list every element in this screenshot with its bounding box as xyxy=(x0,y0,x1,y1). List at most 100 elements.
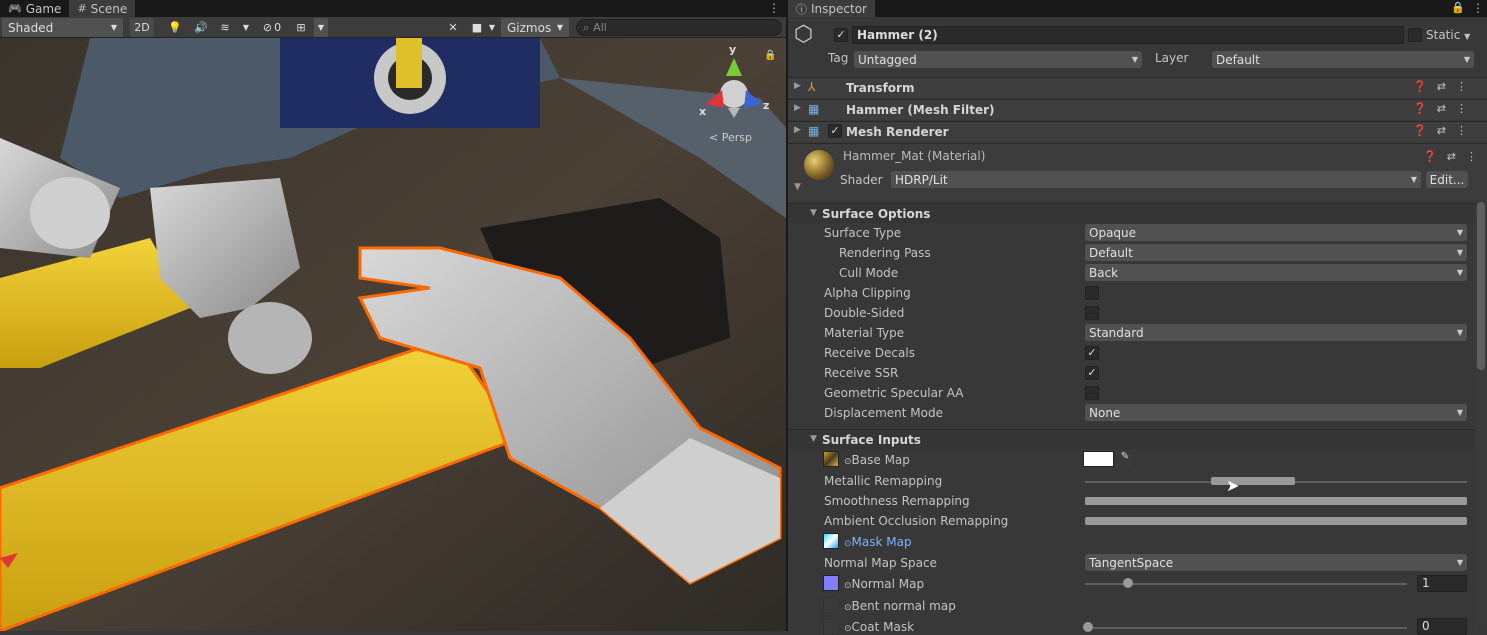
component-menu-icon[interactable]: ⋮ xyxy=(1456,124,1467,137)
lock-icon[interactable]: 🔒 xyxy=(764,50,776,61)
scene-viewport[interactable]: y x z < Persp 🔒 xyxy=(0,38,786,631)
gizmos-dropdown[interactable]: Gizmos ▼ xyxy=(501,18,569,37)
component-mesh-filter[interactable]: ▶ ▦ Hammer (Mesh Filter) ❓ ⇄ ⋮ xyxy=(788,99,1487,120)
chevron-down-icon: ▼ xyxy=(1463,55,1470,64)
tab-inspector[interactable]: ⓘ Inspector xyxy=(788,0,875,17)
active-checkbox[interactable]: ✓ xyxy=(834,28,848,42)
grid-snap-icon[interactable]: ⊞ xyxy=(292,18,310,37)
lighting-toggle-icon[interactable]: 💡 xyxy=(166,18,184,37)
scene-menu-icon[interactable]: ⋮ xyxy=(768,0,780,16)
foldout-arrow-icon[interactable]: ▶ xyxy=(794,81,801,91)
component-mesh-renderer[interactable]: ▶ ▦ ✓ Mesh Renderer ❓ ⇄ ⋮ xyxy=(788,121,1487,142)
scene-search-input[interactable]: ⌕ All xyxy=(576,19,782,36)
texture-picker-icon[interactable]: ⊙ xyxy=(844,457,852,467)
chevron-down-icon: ▼ xyxy=(556,23,563,32)
component-menu-icon[interactable]: ⋮ xyxy=(1456,80,1467,93)
receive-decals-checkbox[interactable]: ✓ xyxy=(1085,346,1099,360)
preset-icon[interactable]: ⇄ xyxy=(1437,80,1446,93)
object-name-field[interactable]: Hammer (2) xyxy=(852,26,1404,44)
lock-icon[interactable]: 🔒 xyxy=(1451,0,1465,16)
mesh-renderer-enabled-checkbox[interactable]: ✓ xyxy=(828,124,842,138)
base-map-texture-slot[interactable] xyxy=(823,451,839,467)
audio-toggle-icon[interactable]: 🔊 xyxy=(192,18,210,37)
surface-type-dropdown[interactable]: Opaque ▼ xyxy=(1085,224,1467,241)
displacement-mode-dropdown[interactable]: None ▼ xyxy=(1085,404,1467,421)
material-menu-icon[interactable]: ⋮ xyxy=(1466,150,1477,163)
receive-ssr-checkbox[interactable]: ✓ xyxy=(1085,366,1099,380)
inspector-panel: ⓘ Inspector 🔒 ⋮ ⬡ ✓ Hammer (2) Static ▼ … xyxy=(788,0,1487,635)
gameobject-cube-icon[interactable]: ⬡ xyxy=(794,24,813,46)
foldout-arrow-icon[interactable]: ▶ xyxy=(794,125,801,135)
inspector-menu-icon[interactable]: ⋮ xyxy=(1472,0,1484,16)
texture-picker-icon[interactable]: ⊙ xyxy=(844,624,852,634)
hidden-objects-toggle[interactable]: ⊘ 0 xyxy=(258,18,286,37)
mask-map-label[interactable]: ⊙Mask Map xyxy=(844,535,912,549)
help-icon[interactable]: ❓ xyxy=(1413,80,1427,93)
2d-toggle-button[interactable]: 2D xyxy=(130,18,154,37)
smoothness-range-handle[interactable] xyxy=(1085,497,1467,505)
foldout-arrow-icon[interactable]: ▶ xyxy=(794,103,801,113)
shader-label: Shader xyxy=(840,173,883,187)
preset-icon[interactable]: ⇄ xyxy=(1437,102,1446,115)
material-type-dropdown[interactable]: Standard ▼ xyxy=(1085,324,1467,341)
preset-icon[interactable]: ⇄ xyxy=(1437,124,1446,137)
edit-shader-button[interactable]: Edit... xyxy=(1426,171,1468,188)
geometric-specular-aa-checkbox[interactable] xyxy=(1085,386,1099,400)
metallic-range-handle[interactable] xyxy=(1211,477,1296,485)
surface-inputs-header[interactable]: ▼ Surface Inputs xyxy=(788,429,1475,449)
base-color-swatch[interactable] xyxy=(1083,451,1114,467)
tab-game[interactable]: 🎮 Game xyxy=(0,0,69,17)
eyedropper-icon[interactable]: ✎ xyxy=(1117,451,1133,467)
surface-options-header[interactable]: ▼ Surface Options xyxy=(788,203,1475,223)
coat-mask-slider-track[interactable] xyxy=(1085,627,1407,629)
camera-dropdown-icon[interactable]: ▼ xyxy=(486,18,498,37)
foldout-arrow-icon[interactable]: ▼ xyxy=(794,182,801,192)
ao-range-handle[interactable] xyxy=(1085,517,1467,525)
mask-map-texture-slot[interactable] xyxy=(823,533,839,549)
static-checkbox[interactable] xyxy=(1408,28,1422,42)
normal-scale-field[interactable]: 1 xyxy=(1417,575,1467,592)
tools-icon[interactable]: ✕ xyxy=(444,18,462,37)
inspector-scrollbar[interactable] xyxy=(1475,200,1487,631)
coat-mask-field[interactable]: 0 xyxy=(1417,618,1467,635)
help-icon[interactable]: ❓ xyxy=(1413,124,1427,137)
normal-scale-slider-thumb[interactable] xyxy=(1123,578,1133,588)
material-preview-sphere[interactable] xyxy=(804,150,834,180)
alpha-clipping-checkbox[interactable] xyxy=(1085,286,1099,300)
tag-dropdown[interactable]: Untagged ▼ xyxy=(854,51,1142,68)
projection-toggle[interactable]: < Persp xyxy=(709,131,752,144)
normal-map-space-dropdown[interactable]: TangentSpace ▼ xyxy=(1085,554,1467,571)
surface-options-title: Surface Options xyxy=(822,207,931,221)
foldout-arrow-icon: ▼ xyxy=(810,434,817,444)
chevron-down-icon: ▼ xyxy=(1464,32,1471,41)
effects-icon[interactable]: ≋ xyxy=(216,18,234,37)
cull-mode-dropdown[interactable]: Back ▼ xyxy=(1085,264,1467,281)
material-type-label: Material Type xyxy=(824,326,905,340)
double-sided-checkbox[interactable] xyxy=(1085,306,1099,320)
component-menu-icon[interactable]: ⋮ xyxy=(1456,102,1467,115)
scrollbar-thumb[interactable] xyxy=(1477,202,1485,370)
bent-normal-texture-slot[interactable] xyxy=(823,597,839,613)
grid-dropdown-icon[interactable]: ▼ xyxy=(314,18,328,37)
effects-dropdown-icon[interactable]: ▼ xyxy=(240,18,252,37)
rendering-pass-label: Rendering Pass xyxy=(839,246,931,260)
texture-picker-icon[interactable]: ⊙ xyxy=(844,581,852,591)
component-transform[interactable]: ▶ ⅄ Transform ❓ ⇄ ⋮ xyxy=(788,77,1487,98)
layer-dropdown[interactable]: Default ▼ xyxy=(1212,51,1474,68)
texture-picker-icon[interactable]: ⊙ xyxy=(844,603,852,613)
help-icon[interactable]: ❓ xyxy=(1413,102,1427,115)
shader-dropdown[interactable]: HDRP/Lit ▼ xyxy=(891,171,1421,188)
preset-icon[interactable]: ⇄ xyxy=(1447,150,1456,163)
normal-map-texture-slot[interactable] xyxy=(823,575,839,591)
coat-mask-texture-slot[interactable] xyxy=(823,619,839,635)
normal-scale-slider-track[interactable] xyxy=(1085,583,1407,585)
coat-mask-text: Coat Mask xyxy=(851,620,915,634)
shading-mode-dropdown[interactable]: Shaded ▼ xyxy=(2,18,123,37)
2d-label: 2D xyxy=(134,21,150,34)
rendering-pass-dropdown[interactable]: Default ▼ xyxy=(1085,244,1467,261)
tab-scene[interactable]: # Scene xyxy=(69,0,136,17)
camera-icon[interactable]: ■ xyxy=(468,18,486,37)
texture-picker-icon[interactable]: ⊙ xyxy=(844,539,852,549)
help-icon[interactable]: ❓ xyxy=(1423,150,1437,163)
static-dropdown[interactable]: Static ▼ xyxy=(1426,28,1470,42)
